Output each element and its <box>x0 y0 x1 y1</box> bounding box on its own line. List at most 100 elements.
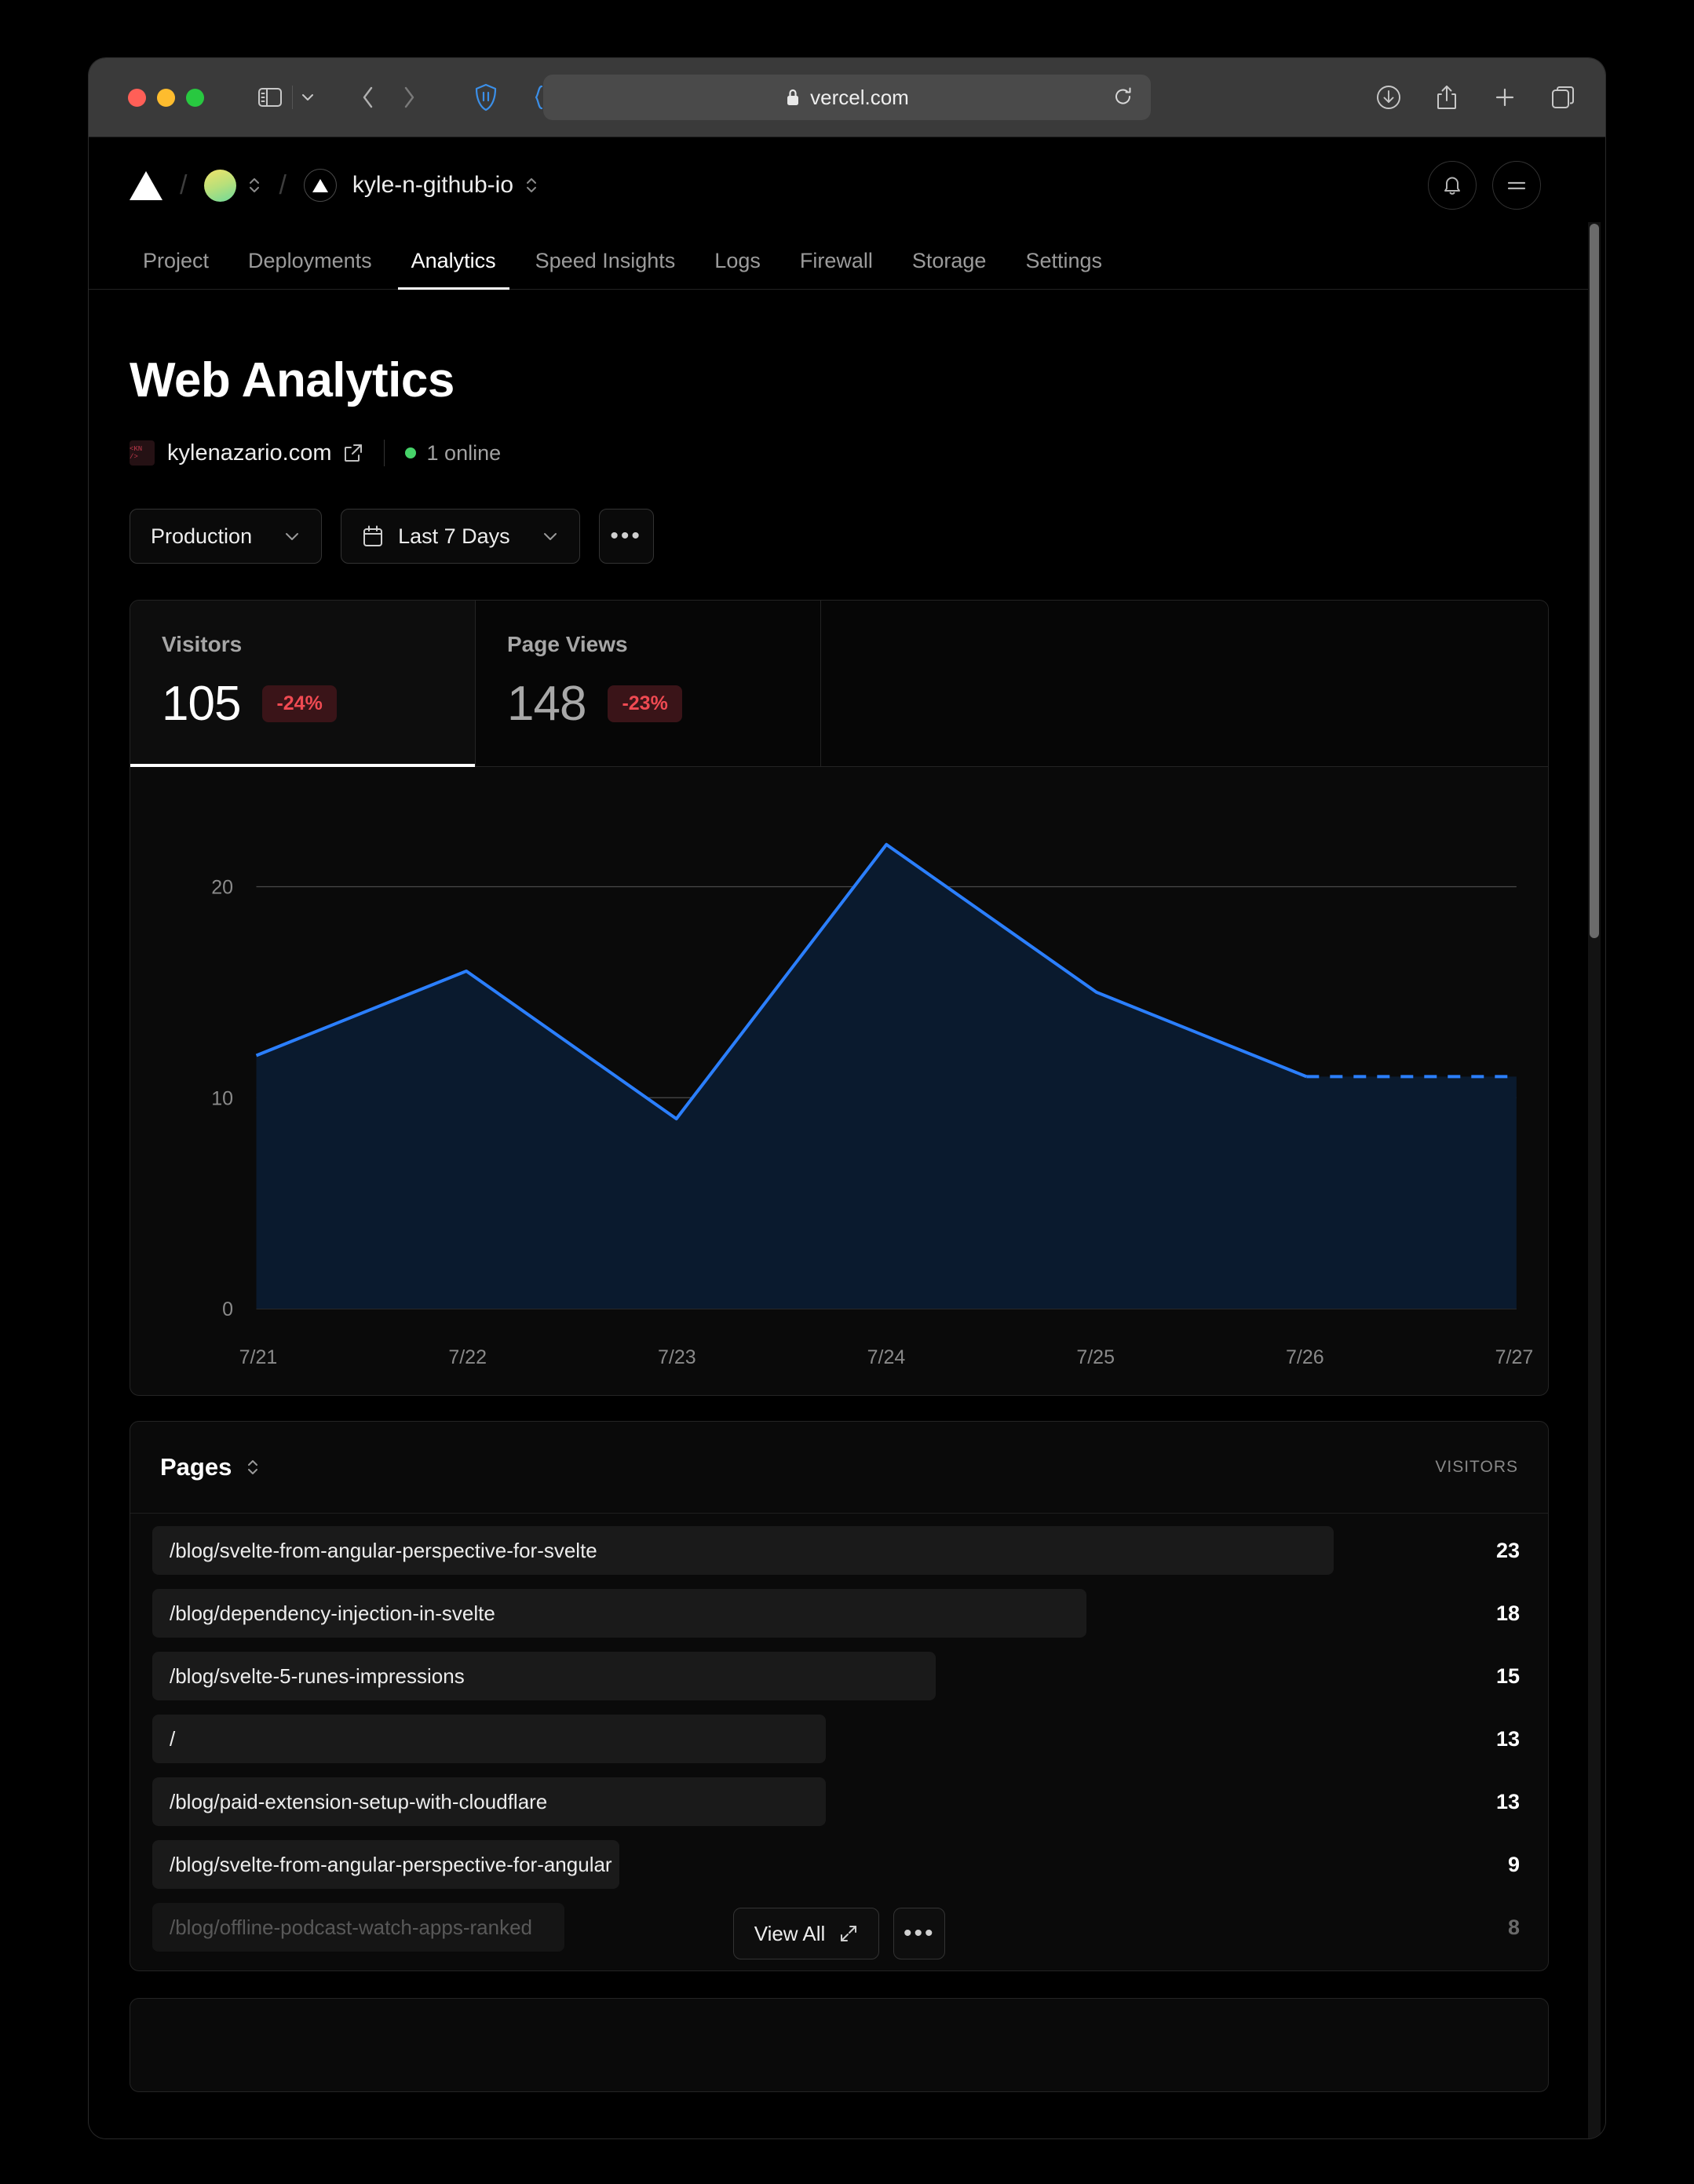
page-content: Web Analytics <KN /> kylenazario.com 1 o… <box>89 352 1590 2092</box>
table-row[interactable]: /blog/dependency-injection-in-svelte 18 <box>152 1589 1526 1638</box>
chevron-down-icon <box>283 531 301 542</box>
page-path: /blog/dependency-injection-in-svelte <box>170 1601 495 1625</box>
plus-icon[interactable] <box>1484 77 1525 118</box>
table-row[interactable]: / 13 <box>152 1715 1526 1763</box>
tab-firewall[interactable]: Firewall <box>787 249 886 289</box>
metric-delta-badge: -24% <box>262 685 337 722</box>
reload-icon[interactable] <box>1113 86 1134 108</box>
close-window-button[interactable] <box>128 88 146 107</box>
lock-icon <box>785 88 801 107</box>
table-row[interactable]: /blog/svelte-from-angular-perspective-fo… <box>152 1526 1526 1575</box>
bell-icon[interactable] <box>1428 161 1477 210</box>
analytics-chart-card: Visitors 105 -24% Page Views 148 -23% 0 … <box>130 600 1549 1396</box>
status-dot-icon <box>404 447 416 458</box>
ellipsis-icon: ••• <box>904 1920 936 1946</box>
forward-button[interactable] <box>389 77 429 118</box>
expand-icon <box>839 1924 858 1943</box>
more-options-button[interactable]: ••• <box>598 509 654 564</box>
maximize-window-button[interactable] <box>186 88 204 107</box>
table-row[interactable]: /blog/paid-extension-setup-with-cloudfla… <box>152 1777 1526 1826</box>
environment-value: Production <box>151 524 253 548</box>
svg-text:7/22: 7/22 <box>448 1346 487 1368</box>
tab-analytics[interactable]: Analytics <box>397 249 509 290</box>
url-text: vercel.com <box>810 85 909 109</box>
metric-label: Visitors <box>162 632 243 656</box>
date-range-select[interactable]: Last 7 Days <box>341 509 580 564</box>
calendar-icon <box>362 524 384 548</box>
pages-table-header: Pages VISITORS <box>130 1422 1548 1514</box>
browser-toolbar: vercel.com <box>89 58 1605 137</box>
share-icon[interactable] <box>1426 77 1467 118</box>
table-row[interactable]: /blog/svelte-from-angular-perspective-fo… <box>152 1840 1526 1889</box>
sort-chevron-updown-icon[interactable] <box>246 1455 260 1479</box>
back-button[interactable] <box>348 77 389 118</box>
chevron-down-icon[interactable] <box>294 77 321 118</box>
ellipsis-icon: ••• <box>610 523 642 549</box>
nav-tabs: Project Deployments Analytics Speed Insi… <box>89 233 1590 290</box>
metric-page-views[interactable]: Page Views 148 -23% <box>476 601 821 766</box>
tab-settings[interactable]: Settings <box>1012 249 1115 289</box>
metric-tabs: Visitors 105 -24% Page Views 148 -23% <box>130 601 1548 767</box>
page-path: /blog/paid-extension-setup-with-cloudfla… <box>170 1789 548 1813</box>
svg-text:20: 20 <box>211 877 233 899</box>
downloads-icon[interactable] <box>1368 77 1409 118</box>
tab-project[interactable]: Project <box>130 249 222 289</box>
svg-text:7/23: 7/23 <box>658 1346 696 1368</box>
metric-empty-space <box>821 601 1548 766</box>
window-traffic-lights <box>128 88 204 107</box>
tab-speed-insights[interactable]: Speed Insights <box>522 249 689 289</box>
chevron-updown-icon[interactable] <box>247 173 261 198</box>
page-path: /blog/svelte-from-angular-perspective-fo… <box>170 1852 612 1876</box>
divider <box>383 440 385 466</box>
project-switcher-icon[interactable] <box>524 173 539 198</box>
pages-row-list: /blog/svelte-from-angular-perspective-fo… <box>130 1514 1548 1970</box>
hamburger-menu-icon[interactable] <box>1492 161 1541 210</box>
online-count-label: 1 online <box>426 440 502 465</box>
tab-overview-icon[interactable] <box>1542 77 1583 118</box>
row-bar <box>152 1715 826 1763</box>
address-bar[interactable]: vercel.com <box>543 75 1151 120</box>
metric-delta-badge: -23% <box>608 685 682 722</box>
site-favicon: <KN /> <box>130 440 155 466</box>
table-more-button[interactable]: ••• <box>893 1908 946 1959</box>
table-row[interactable]: /blog/svelte-5-runes-impressions 15 <box>152 1652 1526 1700</box>
project-name[interactable]: kyle-n-github-io <box>352 172 513 199</box>
view-all-button[interactable]: View All <box>732 1908 880 1959</box>
vercel-triangle-icon[interactable] <box>130 170 162 200</box>
visitors-column-header: VISITORS <box>1435 1458 1518 1476</box>
environment-select[interactable]: Production <box>130 509 323 564</box>
shield-extension-icon[interactable] <box>465 77 506 118</box>
minimize-window-button[interactable] <box>157 88 175 107</box>
svg-text:7/21: 7/21 <box>239 1346 278 1368</box>
breadcrumb-separator-2: / <box>279 170 287 200</box>
visitors-chart[interactable]: 0 10 20 7/21 7/22 7/23 7/24 7/25 7/26 7/27 <box>130 767 1548 1395</box>
page-visitors: 15 <box>1495 1664 1520 1688</box>
page-path: /blog/svelte-from-angular-perspective-fo… <box>170 1538 597 1562</box>
filter-bar: Production Last 7 Days ••• <box>130 509 1549 564</box>
page-path: / <box>170 1726 176 1751</box>
site-info-row: <KN /> kylenazario.com 1 online <box>130 440 1549 466</box>
vertical-scrollbar[interactable] <box>1588 222 1601 2138</box>
page-visitors: 23 <box>1495 1538 1520 1562</box>
toolbar-divider <box>292 86 293 109</box>
svg-text:7/24: 7/24 <box>867 1346 906 1368</box>
team-avatar[interactable] <box>204 169 237 202</box>
date-range-value: Last 7 Days <box>398 524 510 548</box>
site-domain-link[interactable]: kylenazario.com <box>167 440 332 466</box>
metric-visitors[interactable]: Visitors 105 -24% <box>130 601 476 767</box>
vercel-app: / / kyle-n-github-io Project Deployments… <box>89 137 1605 2138</box>
page-visitors: 18 <box>1495 1601 1520 1625</box>
tab-storage[interactable]: Storage <box>899 249 1000 289</box>
online-status: 1 online <box>404 440 502 466</box>
chart-labels-svg: 0 10 20 7/21 7/22 7/23 7/24 7/25 7/26 7/27 <box>211 877 1533 1369</box>
metric-value: 105 <box>162 677 241 731</box>
scrollbar-thumb[interactable] <box>1590 224 1599 938</box>
svg-text:10: 10 <box>211 1087 233 1109</box>
external-link-icon[interactable] <box>343 443 363 463</box>
sidebar-toggle-icon[interactable] <box>250 77 290 118</box>
next-section-card-partial <box>130 1998 1549 2092</box>
tab-logs[interactable]: Logs <box>701 249 774 289</box>
breadcrumb: / / kyle-n-github-io <box>130 169 539 202</box>
pages-table-card: Pages VISITORS /blog/svelte-from-angular… <box>130 1421 1549 1971</box>
tab-deployments[interactable]: Deployments <box>235 249 385 289</box>
